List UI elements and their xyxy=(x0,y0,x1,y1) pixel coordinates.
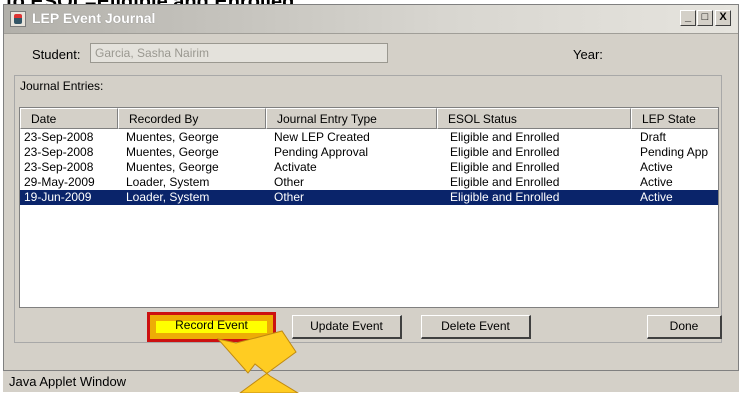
journal-table[interactable]: Date Recorded By Journal Entry Type ESOL… xyxy=(19,107,719,308)
column-header-journal-entry-type[interactable]: Journal Entry Type xyxy=(266,108,437,129)
table-row[interactable]: 23-Sep-2008 Muentes, George Activate Eligib… xyxy=(20,160,718,175)
table-cell: Loader, System xyxy=(126,190,210,204)
done-button[interactable]: Done xyxy=(647,315,722,339)
table-cell: Loader, System xyxy=(126,175,210,189)
table-cell: 23-Sep-2008 xyxy=(24,145,94,159)
table-row[interactable]: 19-Jun-2009 Loader, System Other Eligible a… xyxy=(20,190,718,205)
table-cell: Eligible and Enrolled xyxy=(450,160,560,174)
record-event-button[interactable]: Record Event xyxy=(147,312,276,342)
table-cell: New LEP Created xyxy=(274,130,370,144)
table-cell: Active xyxy=(640,175,673,189)
table-cell: Other xyxy=(274,190,305,204)
table-cell: Pending Approval xyxy=(274,145,369,159)
minimize-button[interactable]: _ xyxy=(680,10,696,26)
table-cell: Muentes, George xyxy=(126,130,219,144)
journal-entries-label: Journal Entries: xyxy=(20,79,104,93)
table-row[interactable]: 23-Sep-2008 Muentes, George Pending Approv… xyxy=(20,145,718,160)
update-event-button[interactable]: Update Event xyxy=(292,315,402,339)
table-cell: Muentes, George xyxy=(126,145,219,159)
year-label: Year: xyxy=(573,47,603,62)
column-header-date[interactable]: Date xyxy=(20,108,118,129)
table-cell: Draft xyxy=(640,130,667,144)
table-cell: 23-Sep-2008 xyxy=(24,160,94,174)
title-bar[interactable]: LEP Event Journal _ □ X xyxy=(4,5,738,34)
student-label: Student: xyxy=(32,47,81,62)
table-cell: Muentes, George xyxy=(126,160,219,174)
table-cell: Activate xyxy=(274,160,317,174)
table-cell: Pending App xyxy=(640,145,709,159)
table-cell: 29-May-2009 xyxy=(24,175,95,189)
table-cell: Eligible and Enrolled xyxy=(450,175,560,189)
table-row[interactable]: 29-May-2009 Loader, System Other Eligible a… xyxy=(20,175,718,190)
maximize-button[interactable]: □ xyxy=(697,10,713,26)
column-header-lep-state[interactable]: LEP State xyxy=(631,108,718,129)
table-cell: Active xyxy=(640,160,673,174)
table-cell: Eligible and Enrolled xyxy=(450,130,560,144)
status-bar: Java Applet Window xyxy=(3,370,739,392)
column-header-recorded-by[interactable]: Recorded By xyxy=(118,108,266,129)
student-field: Garcia, Sasha Nairim xyxy=(90,43,388,63)
table-cell: 23-Sep-2008 xyxy=(24,130,94,144)
column-header-esol-status[interactable]: ESOL Status xyxy=(437,108,631,129)
table-cell: 19-Jun-2009 xyxy=(24,190,92,204)
java-icon xyxy=(10,11,26,27)
table-cell: Eligible and Enrolled xyxy=(450,145,560,159)
delete-event-button[interactable]: Delete Event xyxy=(421,315,531,339)
table-cell: Eligible and Enrolled xyxy=(450,190,560,204)
close-button[interactable]: X xyxy=(715,10,731,26)
table-cell: Active xyxy=(640,190,673,204)
window-title: LEP Event Journal xyxy=(32,10,156,26)
table-header: Date Recorded By Journal Entry Type ESOL… xyxy=(20,108,718,129)
table-row[interactable]: 23-Sep-2008 Muentes, George New LEP Create… xyxy=(20,130,718,145)
table-cell: Other xyxy=(274,175,305,189)
